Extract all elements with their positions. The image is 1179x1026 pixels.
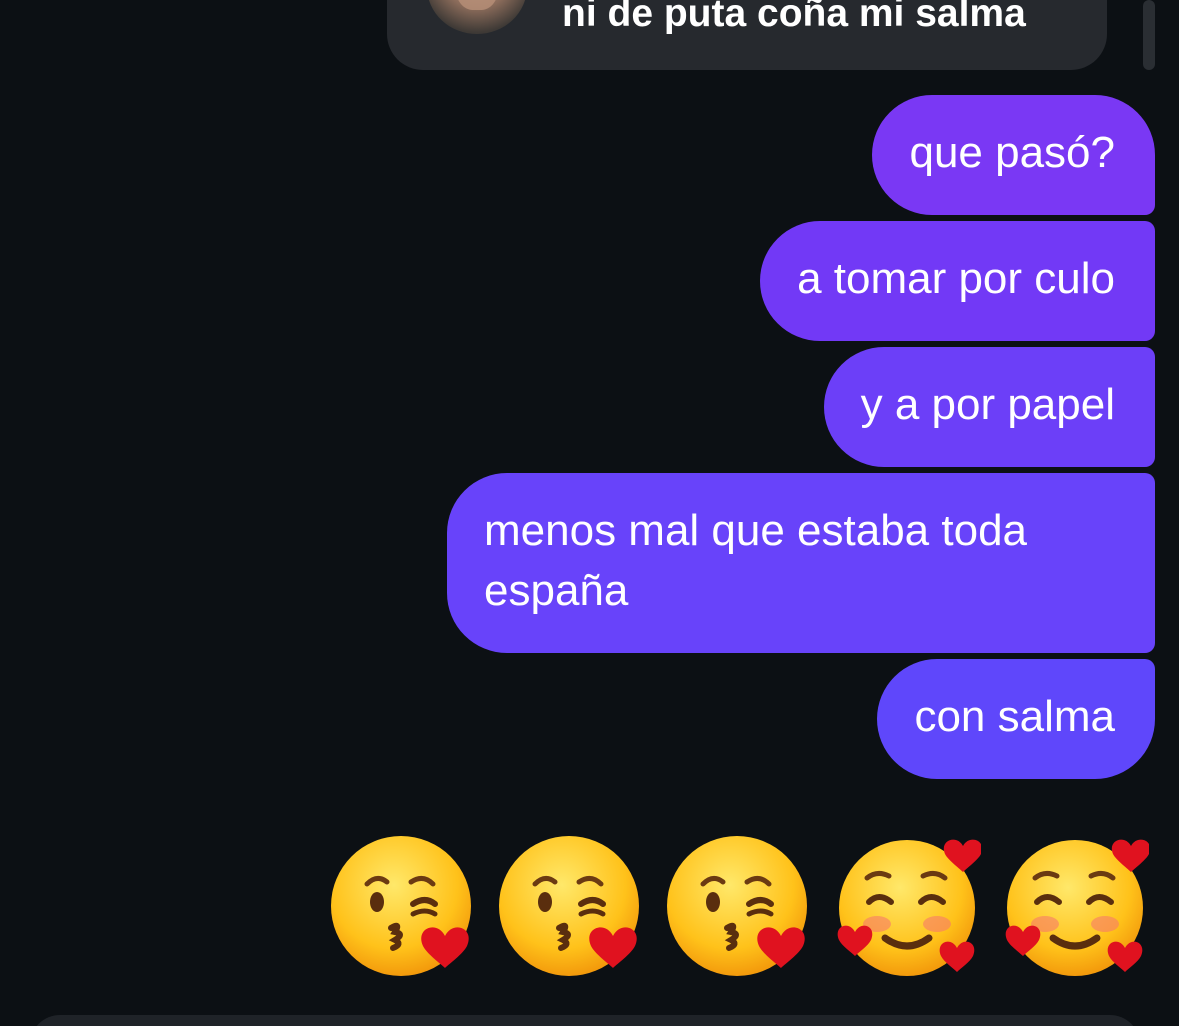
message-bubble[interactable]: menos mal que estaba toda españa (447, 473, 1155, 653)
message-bubble[interactable]: a tomar por culo (760, 221, 1155, 341)
emoji-message[interactable] (329, 832, 1149, 980)
message-bubble[interactable]: con salma (877, 659, 1155, 779)
smiling-face-with-hearts-icon (833, 832, 981, 980)
smiling-face-with-hearts-icon (1001, 832, 1149, 980)
replied-message-text: ni de puta coña mi salma (562, 0, 1026, 35)
kissing-face-with-heart-icon (329, 832, 477, 980)
replied-message-card[interactable]: ni de puta coña mi salma (387, 0, 1107, 70)
message-bubble[interactable]: y a por papel (823, 347, 1155, 467)
kissing-face-with-heart-icon (665, 832, 813, 980)
message-bubble[interactable]: que pasó? (872, 95, 1155, 215)
message-composer[interactable] (30, 1015, 1140, 1026)
avatar[interactable] (427, 0, 527, 34)
scrollbar[interactable] (1143, 0, 1155, 70)
kissing-face-with-heart-icon (497, 832, 645, 980)
